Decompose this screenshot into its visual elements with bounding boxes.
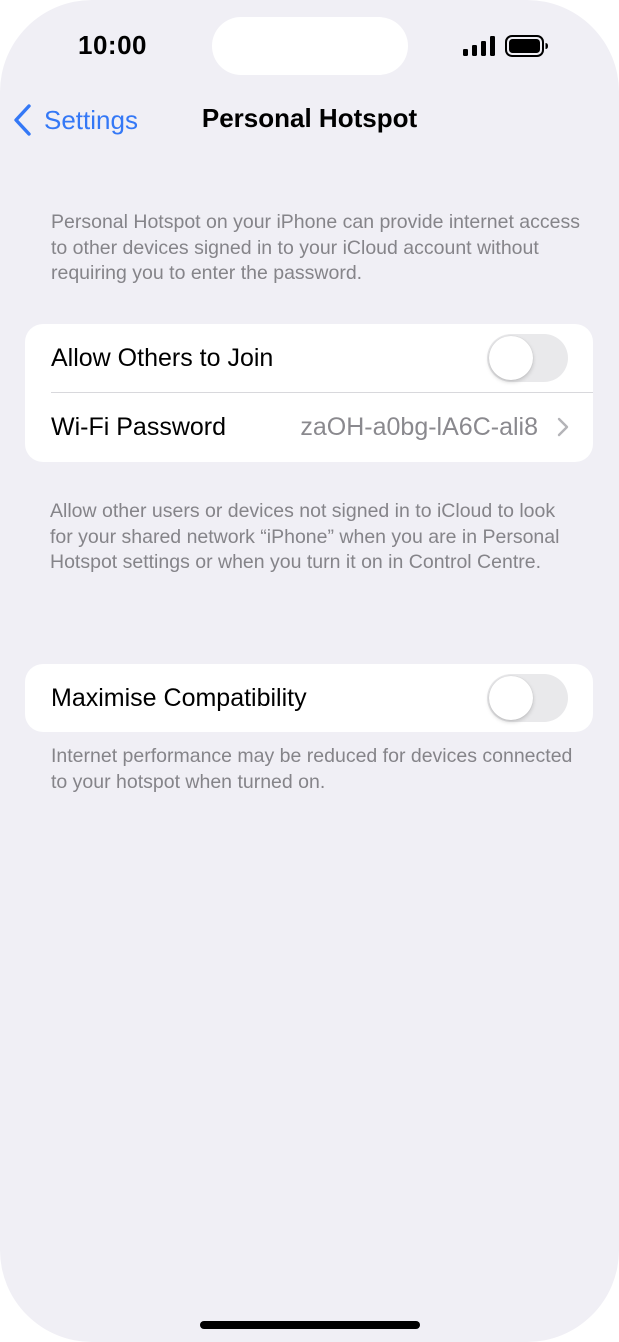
wifi-password-value: zaOH-a0bg-lA6C-ali8 — [300, 412, 538, 441]
dynamic-island — [212, 17, 408, 75]
allow-others-label: Allow Others to Join — [51, 343, 274, 372]
hotspot-settings-group: Allow Others to Join Wi-Fi Password zaOH… — [25, 324, 593, 462]
maximise-compatibility-toggle[interactable] — [487, 674, 568, 722]
chevron-right-icon — [557, 417, 569, 437]
battery-icon — [505, 35, 548, 57]
cellular-signal-icon — [463, 36, 495, 56]
toggle-knob — [489, 676, 533, 720]
wifi-password-label: Wi-Fi Password — [51, 412, 227, 441]
allow-others-footer: Allow other users or devices not signed … — [50, 500, 560, 573]
allow-others-row: Allow Others to Join — [25, 324, 593, 392]
intro-note: Personal Hotspot on your iPhone can prov… — [51, 211, 580, 284]
wifi-password-row[interactable]: Wi-Fi Password zaOH-a0bg-lA6C-ali8 — [25, 392, 593, 462]
maximise-compatibility-label: Maximise Compatibility — [51, 683, 307, 712]
toggle-knob — [489, 336, 533, 380]
page-title: Personal Hotspot — [201, 103, 418, 133]
home-indicator[interactable] — [200, 1321, 420, 1329]
phone-screen: 10:00 Settings Personal Hotspot Personal… — [0, 0, 619, 1342]
compatibility-group: Maximise Compatibility — [25, 664, 593, 732]
maximise-compatibility-row: Maximise Compatibility — [25, 664, 593, 732]
status-time: 10:00 — [78, 30, 147, 60]
allow-others-toggle[interactable] — [487, 334, 568, 382]
maximise-compatibility-footer: Internet performance may be reduced for … — [51, 745, 573, 793]
